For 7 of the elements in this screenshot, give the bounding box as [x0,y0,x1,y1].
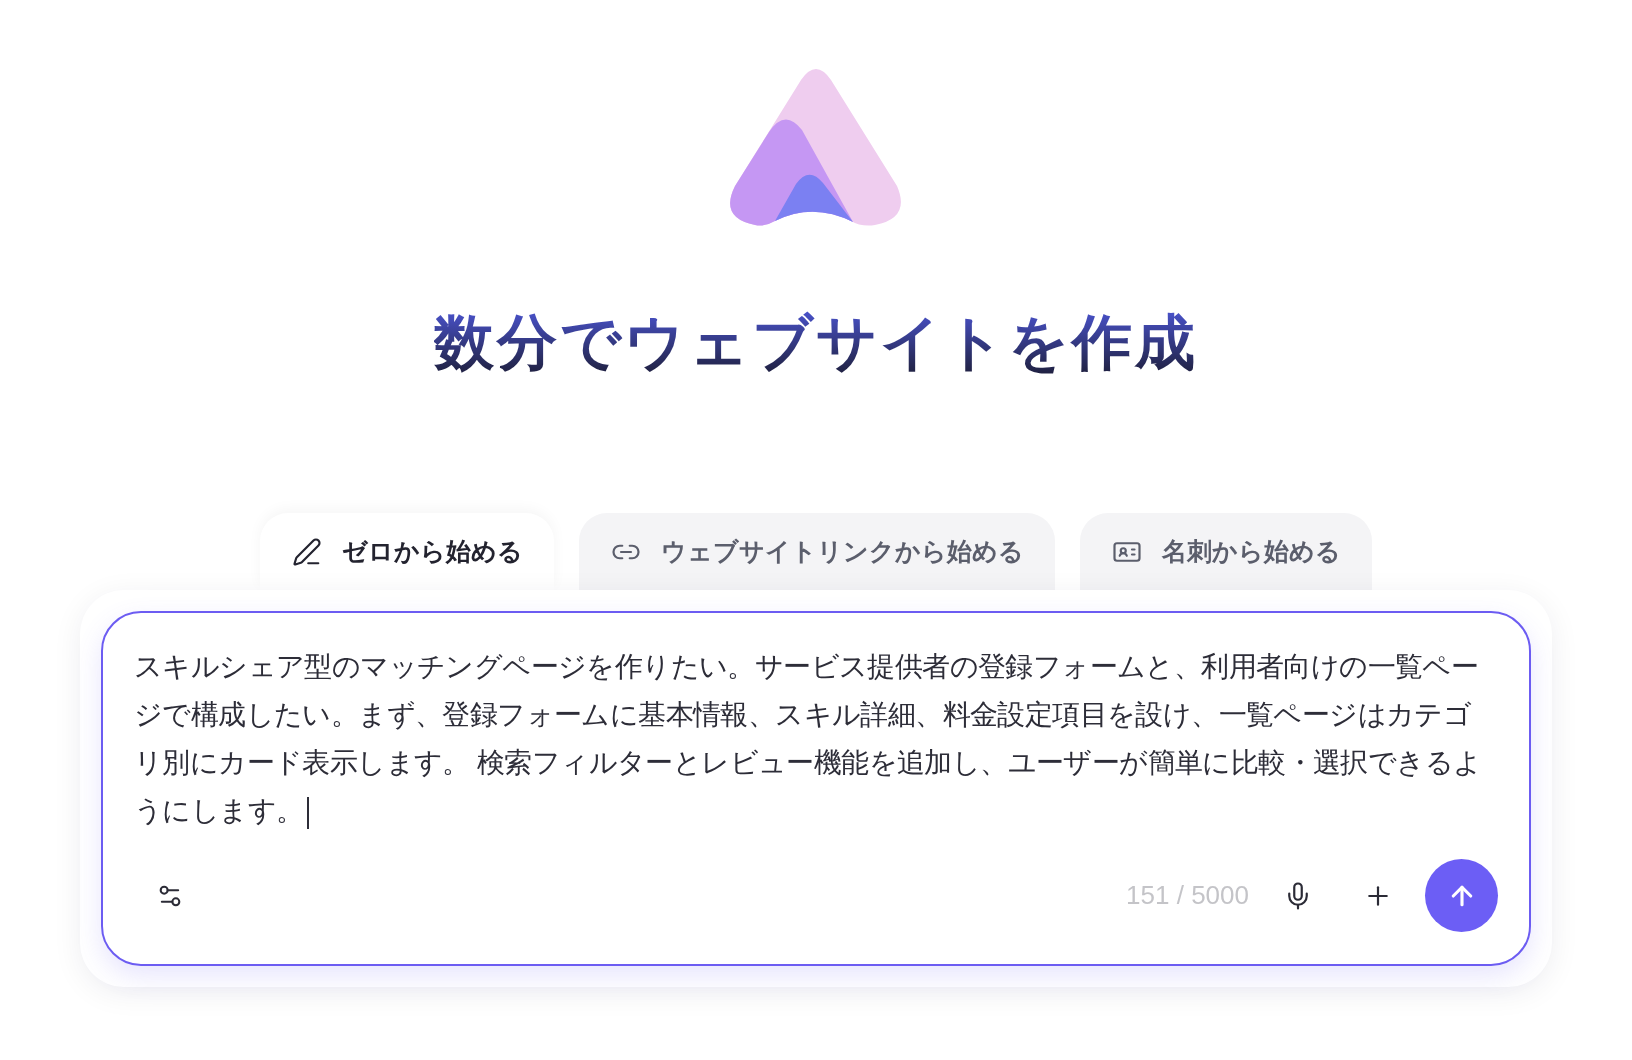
pencil-icon [292,536,322,567]
prompt-field[interactable]: スキルシェア型のマッチングページを作りたい。サービス提供者の登録フォームと、利用者向けの一覧ページで構成したい。まず、登録フォームに基本情報、スキル詳細、料金設定項目を設け、一覧ページはカテゴリ別にカード表示します。 検索フィルターとレビュー機能を追加し、ユーザーが簡単に比較・選択できるようにします。 151 / 5000 [101,611,1531,966]
start-tab[interactable]: ウェブサイトリンクから始める [579,513,1055,590]
character-count: 151 / 5000 [1126,879,1249,912]
start-tab[interactable]: ゼロから始める [260,513,554,590]
prompt-text: スキルシェア型のマッチングページを作りたい。サービス提供者の登録フォームと、利用者向けの一覧ページで構成したい。まず、登録フォームに基本情報、スキル詳細、料金設定項目を設け、一覧ページはカテゴリ別にカード表示します。 検索フィルターとレビュー機能を追加し、ユーザーが簡単に比較・選択できるようにします。 [134,643,1490,835]
start-tab[interactable]: 名刺から始める [1080,513,1372,590]
